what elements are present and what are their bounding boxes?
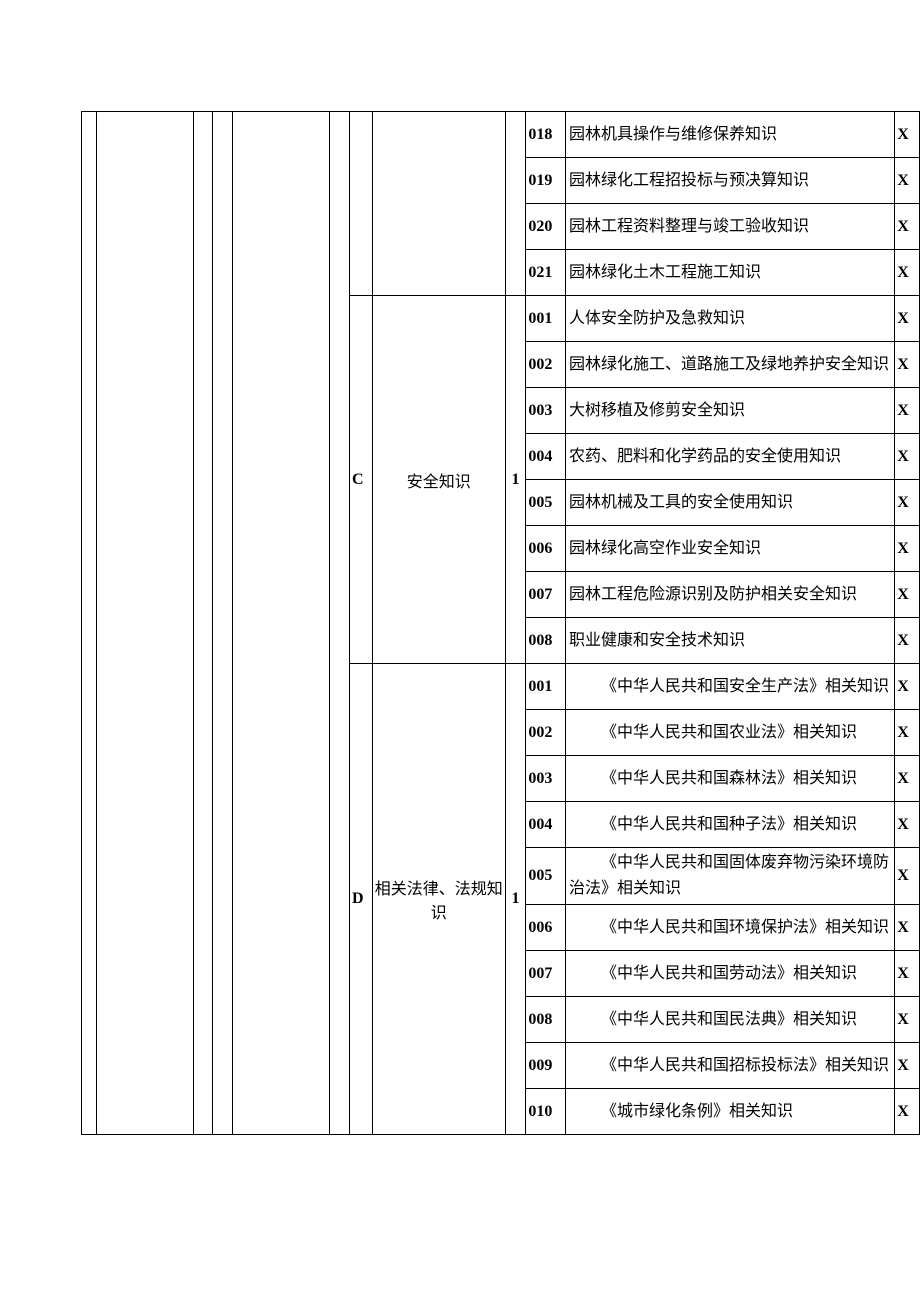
item-code: 004: [526, 802, 566, 848]
section-letter: C: [350, 296, 373, 664]
leading-col-b: [96, 112, 193, 1135]
item-mark: X: [895, 1043, 920, 1089]
item-topic: 园林绿化高空作业安全知识: [566, 526, 895, 572]
item-code: 006: [526, 905, 566, 951]
section-letter: [350, 112, 373, 296]
item-topic: 《中华人民共和国招标投标法》相关知识: [566, 1043, 895, 1089]
item-code: 007: [526, 572, 566, 618]
leading-col-d: [213, 112, 233, 1135]
table-body: 018园林机具操作与维修保养知识X019园林绿化工程招投标与预决算知识X020园…: [82, 112, 920, 1135]
item-code: 021: [526, 250, 566, 296]
section-title: [372, 112, 505, 296]
item-topic: 《中华人民共和国环境保护法》相关知识: [566, 905, 895, 951]
item-mark: X: [895, 296, 920, 342]
item-mark: X: [895, 434, 920, 480]
item-code: 008: [526, 618, 566, 664]
leading-col-e: [232, 112, 330, 1135]
page-container: 018园林机具操作与维修保养知识X019园林绿化工程招投标与预决算知识X020园…: [0, 0, 920, 1301]
item-mark: X: [895, 526, 920, 572]
item-code: 020: [526, 204, 566, 250]
item-topic: 《中华人民共和国固体废弃物污染环境防治法》相关知识: [566, 848, 895, 905]
item-mark: X: [895, 905, 920, 951]
item-code: 007: [526, 951, 566, 997]
item-mark: X: [895, 951, 920, 997]
item-mark: X: [895, 480, 920, 526]
item-topic: 大树移植及修剪安全知识: [566, 388, 895, 434]
item-mark: X: [895, 388, 920, 434]
table-row: 018园林机具操作与维修保养知识X: [82, 112, 920, 158]
item-mark: X: [895, 802, 920, 848]
item-code: 002: [526, 710, 566, 756]
item-topic: 职业健康和安全技术知识: [566, 618, 895, 664]
item-mark: X: [895, 112, 920, 158]
item-code: 009: [526, 1043, 566, 1089]
item-topic: 园林绿化土木工程施工知识: [566, 250, 895, 296]
section-weight: 1: [505, 664, 526, 1135]
item-code: 001: [526, 664, 566, 710]
section-title: 安全知识: [372, 296, 505, 664]
item-topic: 园林工程资料整理与竣工验收知识: [566, 204, 895, 250]
item-code: 018: [526, 112, 566, 158]
main-table: 018园林机具操作与维修保养知识X019园林绿化工程招投标与预决算知识X020园…: [81, 111, 920, 1135]
item-code: 019: [526, 158, 566, 204]
section-weight: 1: [505, 296, 526, 664]
section-title: 相关法律、法规知识: [372, 664, 505, 1135]
item-mark: X: [895, 572, 920, 618]
item-code: 008: [526, 997, 566, 1043]
item-mark: X: [895, 848, 920, 905]
item-topic: 《中华人民共和国农业法》相关知识: [566, 710, 895, 756]
item-topic: 《中华人民共和国民法典》相关知识: [566, 997, 895, 1043]
item-topic: 园林机具操作与维修保养知识: [566, 112, 895, 158]
item-topic: 园林工程危险源识别及防护相关安全知识: [566, 572, 895, 618]
item-topic: 《中华人民共和国劳动法》相关知识: [566, 951, 895, 997]
item-topic: 《中华人民共和国种子法》相关知识: [566, 802, 895, 848]
item-code: 010: [526, 1089, 566, 1135]
leading-col-c: [193, 112, 213, 1135]
item-mark: X: [895, 204, 920, 250]
item-topic: 《中华人民共和国安全生产法》相关知识: [566, 664, 895, 710]
item-mark: X: [895, 710, 920, 756]
item-code: 002: [526, 342, 566, 388]
section-letter: D: [350, 664, 373, 1135]
item-topic: 人体安全防护及急救知识: [566, 296, 895, 342]
item-mark: X: [895, 250, 920, 296]
item-code: 006: [526, 526, 566, 572]
item-mark: X: [895, 997, 920, 1043]
item-mark: X: [895, 618, 920, 664]
item-code: 005: [526, 480, 566, 526]
item-mark: X: [895, 342, 920, 388]
leading-col-a: [82, 112, 97, 1135]
item-topic: 园林机械及工具的安全使用知识: [566, 480, 895, 526]
item-code: 001: [526, 296, 566, 342]
item-code: 004: [526, 434, 566, 480]
section-weight: [505, 112, 526, 296]
item-topic: 《中华人民共和国森林法》相关知识: [566, 756, 895, 802]
item-code: 003: [526, 388, 566, 434]
item-code: 003: [526, 756, 566, 802]
item-mark: X: [895, 1089, 920, 1135]
item-topic: 园林绿化工程招投标与预决算知识: [566, 158, 895, 204]
item-mark: X: [895, 664, 920, 710]
item-topic: 《城市绿化条例》相关知识: [566, 1089, 895, 1135]
item-topic: 园林绿化施工、道路施工及绿地养护安全知识: [566, 342, 895, 388]
item-topic: 农药、肥料和化学药品的安全使用知识: [566, 434, 895, 480]
leading-col-f: [330, 112, 350, 1135]
item-mark: X: [895, 158, 920, 204]
item-code: 005: [526, 848, 566, 905]
item-mark: X: [895, 756, 920, 802]
